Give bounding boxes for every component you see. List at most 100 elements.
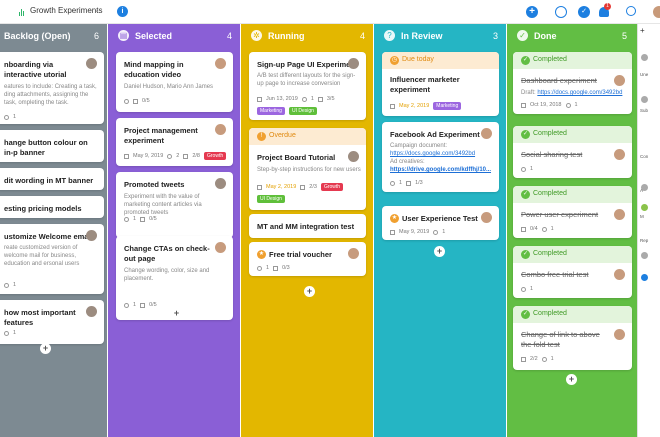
status-label: Completed [533,310,567,317]
task-card[interactable]: nboarding via interactive utorial eature… [0,52,104,124]
panel-label: A [640,188,644,193]
card-meta: 1 0/5 [124,302,157,308]
card-title: Influencer marketer experiment [390,75,460,94]
panel-label: Rep [640,238,649,243]
task-card[interactable]: Facebook Ad Experiment Campaign document… [382,122,499,192]
avatar [614,75,625,86]
info-icon[interactable]: i [117,6,128,17]
add-card-button[interactable]: + [171,308,182,319]
doc-link[interactable]: https://docs.google.com/3492bd [390,150,475,158]
card-title: dit wording in MT banner [4,176,94,185]
drive-link[interactable]: https://drive.google.com/kdffhj/10... [390,166,491,174]
check-icon: ✓ [521,190,530,199]
task-card[interactable]: Promoted tweets Experiment with the valu… [116,172,233,238]
task-card[interactable]: dit wording in MT banner [0,168,104,190]
column-selected: ▤ Selected 4 Mind mapping in education v… [108,24,240,437]
avatar [215,178,226,189]
card-meta: 1 0/5 [124,216,157,222]
task-card[interactable]: ★ User Experience Test May 9, 2019 1 [382,206,499,240]
card-title: Sign-up Page UI Experiment [257,60,358,69]
completed-band: ✓ Completed [513,186,632,203]
card-description: Daniel Hudson, Mario Ann James [124,84,214,90]
avatar [481,212,492,223]
due-today-band: ◷ Due today [382,52,499,69]
task-card[interactable]: ✓ Completed Power user experiment 0/4 1 [513,186,632,238]
card-title: User Experience Test [402,214,478,223]
task-card[interactable]: ✓ Completed Combo free trial test 1 [513,246,632,298]
side-panel: + Une Sub Con A M Rep [637,24,660,437]
status-label: Completed [533,190,567,197]
avatar [641,274,648,281]
task-card[interactable]: Sign-up Page UI Experiment A/B test diff… [249,52,366,120]
avatar [348,151,359,162]
card-title: ustomize Welcome email [4,232,93,241]
check-icon[interactable]: ✓ [578,6,590,18]
task-card[interactable]: how most important features 1 [0,300,104,344]
avatar [614,329,625,340]
column-title: Running [268,31,305,41]
task-card[interactable]: ◷ Due today Influencer marketer experime… [382,52,499,116]
avatar [641,96,648,103]
card-meta: May 9, 2019 1 [390,229,445,235]
status-label: Completed [533,250,567,257]
column-header: ? In Review 3 [374,24,506,48]
card-meta: 1 [521,166,533,172]
task-card[interactable]: ✓ Completed Dashboard experiment Draft: … [513,52,632,114]
avatar [641,204,648,211]
add-icon[interactable]: + [526,6,538,18]
task-card[interactable]: ★ Free trial voucher 1 0/3 [249,242,366,276]
column-in-review: ? In Review 3 ◷ Due today Influencer mar… [374,24,506,437]
task-card[interactable]: Project management experiment May 9, 201… [116,118,233,166]
project-icon [19,8,24,16]
card-meta: Oct 19, 2018 1 [521,102,578,108]
add-icon[interactable]: + [640,26,645,35]
avatar [614,269,625,280]
column-count: 6 [93,31,99,41]
card-meta: May 2, 2019 2/3 Growth [257,183,344,191]
card-title: Change CTAs on check-out page [124,244,210,263]
timer-icon[interactable] [555,6,567,18]
add-card-button[interactable]: + [304,286,315,297]
overdue-band: ! Overdue [249,128,366,145]
column-running: ✲ Running 4 Sign-up Page UI Experiment A… [241,24,373,437]
project-title[interactable]: Growth Experiments [30,6,102,15]
add-card-button[interactable]: + [566,374,577,385]
task-card[interactable]: hange button colour on in-p banner [0,130,104,162]
card-meta: 0/4 1 [521,226,554,232]
task-card[interactable]: ! Overdue Project Board Tutorial Step-by… [249,128,366,210]
completed-band: ✓ Completed [513,126,632,143]
card-tags: UI Design [257,195,285,203]
column-count: 5 [621,31,627,41]
panel-label: M [640,214,644,219]
column-title: Done [534,31,557,41]
column-title: In Review [401,31,443,41]
card-meta: 1 [4,282,16,288]
add-card-button[interactable]: + [40,343,51,354]
chevron-down-icon[interactable]: ⌄ [94,6,100,14]
card-title: Power user experiment [521,210,599,219]
panel-label: Une [640,72,649,77]
card-meta: 2/2 1 [521,356,554,362]
task-card[interactable]: Mind mapping in education video Daniel H… [116,52,233,112]
card-title: Project Board Tutorial [257,153,336,162]
task-card[interactable]: ✓ Completed Change of link to above the … [513,306,632,370]
column-done: ✓ Done 5 ✓ Completed Dashboard experimen… [507,24,637,437]
search-icon[interactable] [626,6,636,16]
add-card-button[interactable]: + [434,246,445,257]
card-meta: May 9, 2019 2 2/8 Growth [124,152,227,160]
card-title: Social sharing test [521,150,583,159]
avatar [348,58,359,69]
check-circle-icon: ✓ [517,30,528,41]
clock-icon: ! [257,132,266,141]
avatar [215,58,226,69]
card-meta: May 2, 2019 Marketing [390,102,462,110]
card-meta: 0/5 [124,98,150,104]
card-meta: 1 1/3 [390,180,423,186]
user-avatar[interactable] [653,6,660,18]
task-card[interactable]: ✓ Completed Social sharing test 1 [513,126,632,178]
task-card[interactable]: esting pricing models [0,196,104,218]
task-card[interactable]: MT and MM integration test [249,214,366,238]
card-title: Mind mapping in education video [124,60,184,79]
task-card[interactable]: ustomize Welcome email reate customized … [0,224,104,294]
column-header: ▤ Selected 4 [108,24,240,48]
